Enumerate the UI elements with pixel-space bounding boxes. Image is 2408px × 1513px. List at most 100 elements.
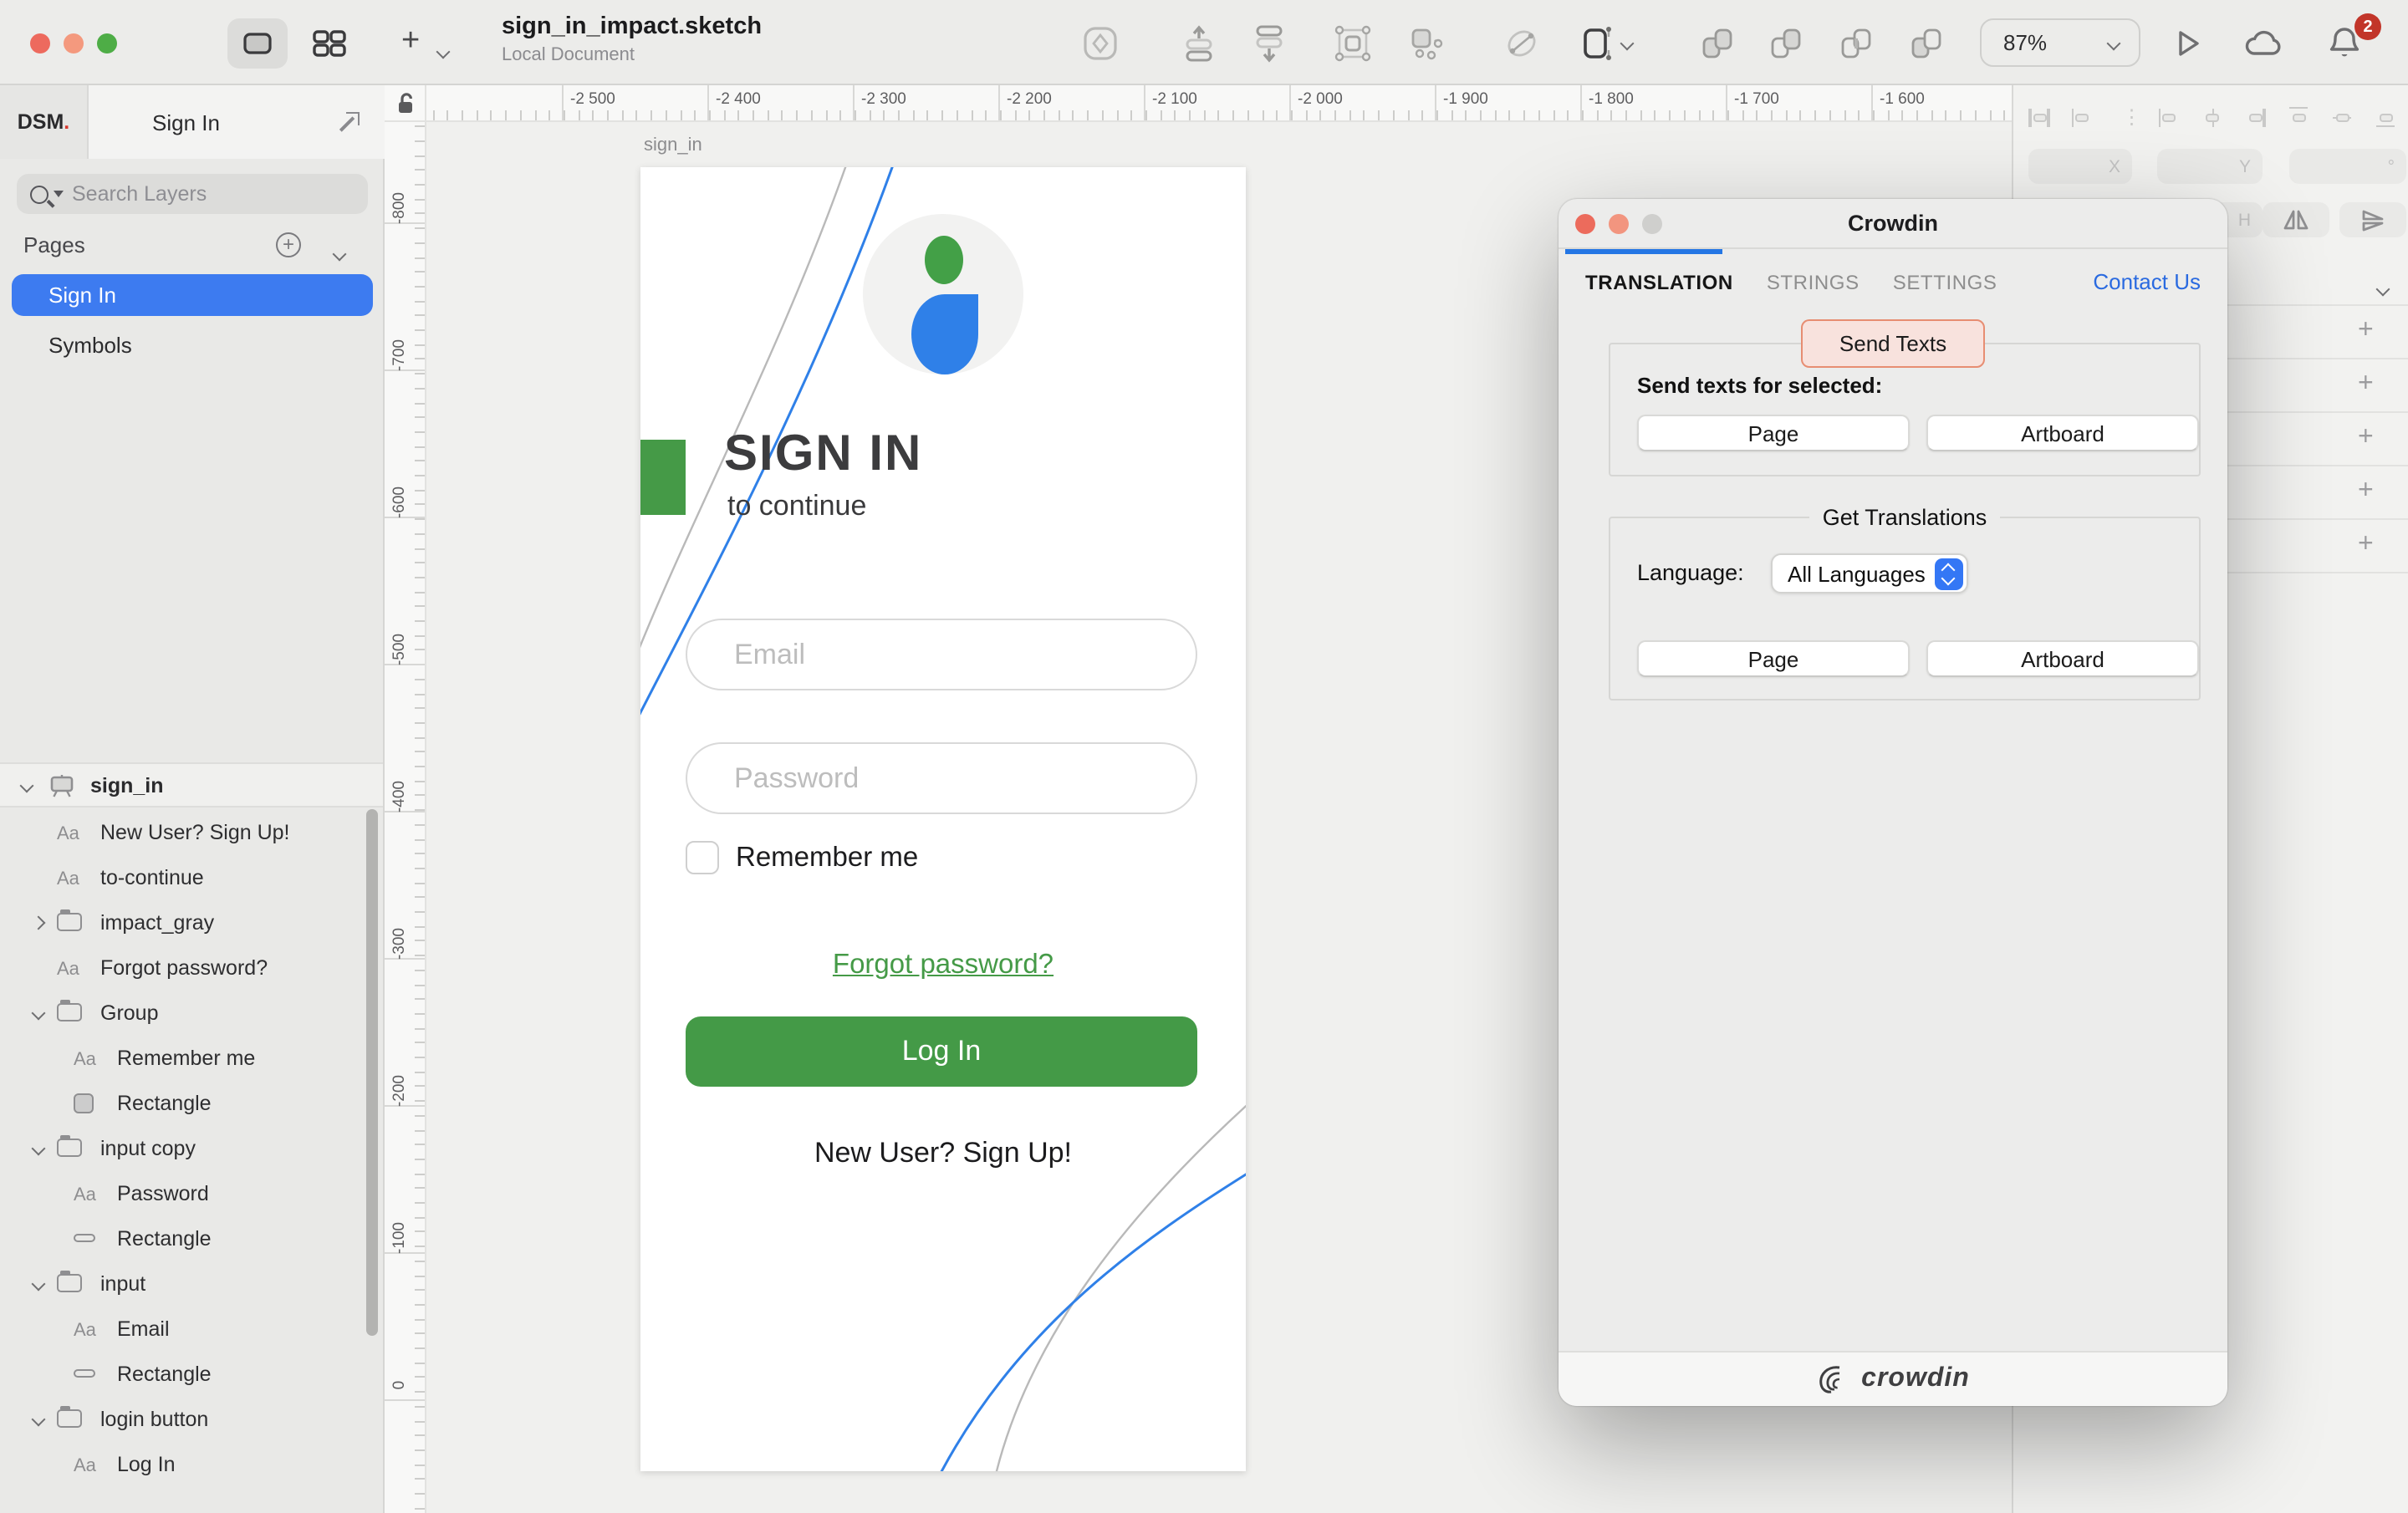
layer-label: Log In bbox=[117, 1452, 176, 1475]
crowdin-titlebar[interactable]: Crowdin bbox=[1559, 199, 2227, 249]
page-item-sign-in[interactable]: Sign In bbox=[12, 274, 373, 316]
layer-chevron-icon[interactable] bbox=[32, 1141, 46, 1155]
layer-type-icon bbox=[57, 1139, 82, 1157]
layer-row[interactable]: Forgot password? bbox=[0, 945, 383, 990]
layer-chevron-icon[interactable] bbox=[32, 1412, 46, 1426]
layer-row[interactable]: Rectangle bbox=[0, 1215, 383, 1261]
ungroup-icon[interactable] bbox=[1406, 23, 1446, 64]
zoom-level-control[interactable]: 87% bbox=[1980, 18, 2140, 67]
layer-row[interactable]: impact_gray bbox=[0, 899, 383, 945]
contact-us-link[interactable]: Contact Us bbox=[2093, 269, 2201, 294]
align-top-icon[interactable] bbox=[2287, 104, 2312, 130]
align-center-horizontal-icon[interactable] bbox=[2200, 104, 2225, 130]
layers-root-row[interactable]: sign_in bbox=[0, 762, 383, 807]
align-left-icon[interactable] bbox=[2156, 104, 2181, 130]
password-field[interactable] bbox=[686, 742, 1197, 814]
boolean-subtract-icon[interactable] bbox=[1766, 23, 1806, 64]
tab-document[interactable]: Sign In bbox=[89, 85, 385, 159]
boolean-union-icon[interactable] bbox=[1697, 23, 1737, 64]
send-backward-icon[interactable] bbox=[1249, 23, 1289, 64]
layer-row[interactable]: New User? Sign Up! bbox=[0, 809, 383, 854]
search-layers-box[interactable] bbox=[17, 174, 368, 214]
tab-settings[interactable]: SETTINGS bbox=[1893, 271, 1997, 294]
get-artboard-button[interactable]: Artboard bbox=[1926, 640, 2199, 677]
artboard-sign-in[interactable]: SIGN IN to continue Remember me Forgot p… bbox=[640, 167, 1246, 1471]
y-position-field[interactable]: Y bbox=[2157, 149, 2263, 184]
layer-row[interactable]: Password bbox=[0, 1170, 383, 1215]
distribute-horizontal-icon[interactable] bbox=[2027, 104, 2052, 130]
tab-dsm[interactable]: DSM. bbox=[0, 85, 89, 159]
layer-row[interactable]: to-continue bbox=[0, 854, 383, 899]
send-texts-button[interactable]: Send Texts bbox=[1801, 319, 1985, 368]
open-external-icon[interactable] bbox=[341, 112, 360, 130]
layer-chevron-icon[interactable] bbox=[32, 1276, 46, 1291]
resize-dropdown-chevron-icon[interactable] bbox=[1615, 23, 1639, 64]
transform-icon[interactable] bbox=[1502, 23, 1542, 64]
page-item-symbols[interactable]: Symbols bbox=[12, 324, 373, 366]
remember-me-checkbox[interactable] bbox=[686, 841, 719, 874]
tab-strings[interactable]: STRINGS bbox=[1767, 271, 1860, 294]
layers-scrollbar[interactable] bbox=[366, 809, 378, 1336]
align-middle-vertical-icon[interactable] bbox=[2329, 104, 2354, 130]
distribute-vertical-icon[interactable] bbox=[2070, 104, 2095, 130]
pages-collapse-chevron-icon[interactable] bbox=[334, 239, 344, 264]
layer-row[interactable]: input bbox=[0, 1261, 383, 1306]
flip-vertical-button[interactable] bbox=[2339, 202, 2406, 237]
add-style-icon[interactable]: + bbox=[2358, 480, 2381, 503]
insert-button[interactable]: + bbox=[401, 23, 420, 60]
layer-row[interactable]: input copy bbox=[0, 1125, 383, 1170]
layer-row[interactable]: Rectangle bbox=[0, 1351, 383, 1396]
language-select[interactable]: All Languages bbox=[1771, 553, 1968, 593]
sidebar-tabs: DSM. Sign In bbox=[0, 85, 385, 159]
layer-row[interactable]: Email bbox=[0, 1306, 383, 1351]
pages-header: Pages + bbox=[23, 232, 361, 266]
forgot-password-link[interactable]: Forgot password? bbox=[640, 950, 1246, 981]
symbol-icon[interactable] bbox=[1080, 23, 1120, 64]
unlock-icon[interactable] bbox=[394, 92, 416, 115]
send-artboard-button[interactable]: Artboard bbox=[1926, 415, 2199, 451]
search-layers-input[interactable] bbox=[72, 182, 323, 206]
flip-horizontal-button[interactable] bbox=[2263, 202, 2329, 237]
horizontal-ruler: -2 500-2 400-2 300-2 200-2 100-2 000-1 9… bbox=[426, 85, 2012, 122]
log-in-button[interactable]: Log In bbox=[686, 1016, 1197, 1087]
add-style-icon[interactable]: + bbox=[2358, 319, 2381, 343]
layer-row[interactable]: Remember me bbox=[0, 1035, 383, 1080]
get-page-button[interactable]: Page bbox=[1637, 640, 1910, 677]
x-position-field[interactable]: X bbox=[2028, 149, 2132, 184]
sign-up-text[interactable]: New User? Sign Up! bbox=[640, 1137, 1246, 1170]
bring-forward-icon[interactable] bbox=[1179, 23, 1219, 64]
send-page-button[interactable]: Page bbox=[1637, 415, 1910, 451]
layer-chevron-icon[interactable] bbox=[32, 915, 46, 930]
insert-dropdown-chevron-icon[interactable] bbox=[438, 35, 448, 65]
layers-root-chevron-icon[interactable] bbox=[20, 778, 34, 792]
layer-row[interactable]: Rectangle bbox=[0, 1080, 383, 1125]
close-window-button[interactable] bbox=[30, 33, 50, 53]
align-right-icon[interactable] bbox=[2243, 104, 2268, 130]
email-field[interactable] bbox=[686, 619, 1197, 690]
boolean-intersect-icon[interactable] bbox=[1836, 23, 1876, 64]
cloud-sync-icon[interactable] bbox=[2244, 23, 2284, 64]
boolean-difference-icon[interactable] bbox=[1906, 23, 1946, 64]
add-page-icon[interactable]: + bbox=[276, 232, 301, 257]
group-icon[interactable] bbox=[1333, 23, 1373, 64]
preview-play-icon[interactable] bbox=[2167, 23, 2207, 64]
add-style-icon[interactable]: + bbox=[2358, 426, 2381, 450]
tab-translation[interactable]: TRANSLATION bbox=[1585, 271, 1733, 294]
section-collapse-chevron-icon[interactable] bbox=[2378, 273, 2388, 303]
rotation-field[interactable]: ° bbox=[2289, 149, 2406, 184]
layer-chevron-icon[interactable] bbox=[32, 1006, 46, 1020]
canvas-view-toggle[interactable] bbox=[227, 18, 288, 69]
components-view-toggle[interactable] bbox=[301, 18, 358, 69]
layer-row[interactable]: login button bbox=[0, 1396, 383, 1441]
resize-icon[interactable] bbox=[1575, 23, 1615, 64]
artboard-title[interactable]: sign_in bbox=[644, 135, 702, 155]
align-bottom-icon[interactable] bbox=[2373, 104, 2398, 130]
fullscreen-window-button[interactable] bbox=[97, 33, 117, 53]
layer-row[interactable]: Group bbox=[0, 990, 383, 1035]
add-style-icon[interactable]: + bbox=[2358, 533, 2381, 557]
minimize-window-button[interactable] bbox=[64, 33, 84, 53]
layer-row[interactable]: Log In bbox=[0, 1441, 383, 1486]
crowdin-plugin-window[interactable]: Crowdin TRANSLATION STRINGS SETTINGS Con… bbox=[1559, 199, 2227, 1406]
more-dots-icon[interactable] bbox=[2114, 104, 2139, 130]
add-style-icon[interactable]: + bbox=[2358, 373, 2381, 396]
